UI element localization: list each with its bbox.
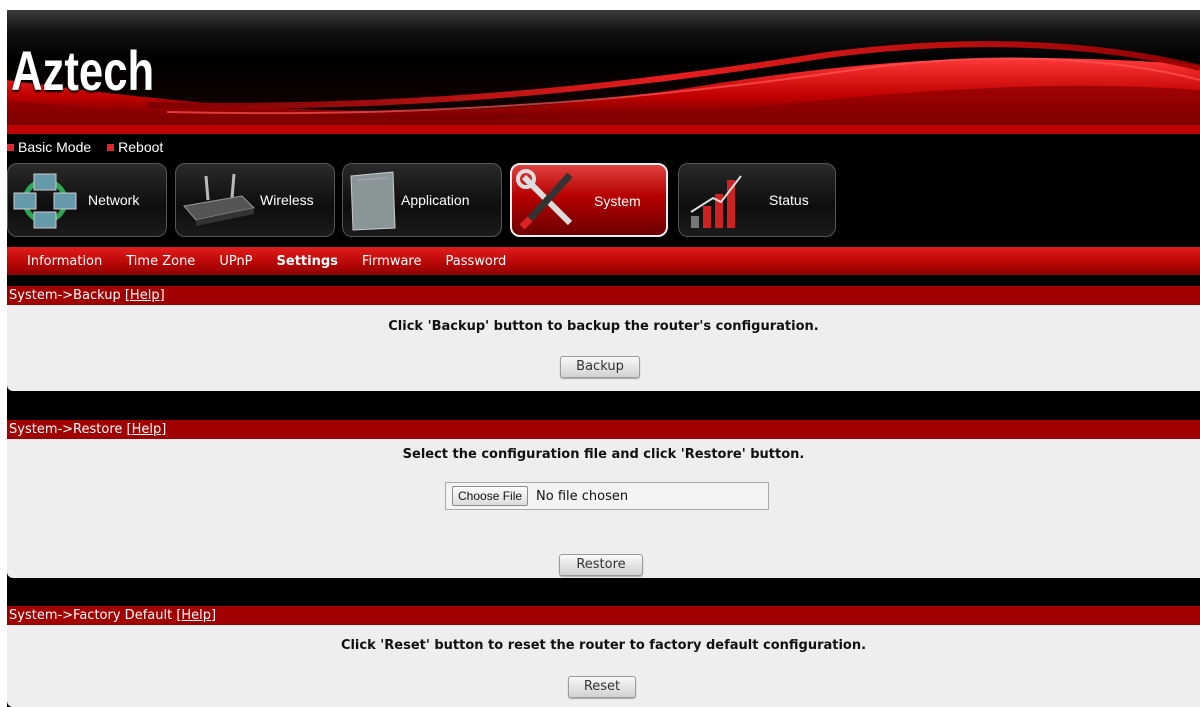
backup-button[interactable]: Backup: [560, 356, 640, 378]
backup-help-link[interactable]: [Help]: [125, 288, 165, 303]
submenu-time-zone[interactable]: Time Zone: [126, 254, 195, 269]
sub-menu: Information Time Zone UPnP Settings Firm…: [7, 247, 1200, 275]
backup-instructions: Click 'Backup' button to backup the rout…: [388, 319, 819, 334]
tab-wireless[interactable]: Wireless: [175, 163, 335, 237]
tab-network[interactable]: Network: [7, 163, 167, 237]
factory-section-title: System->Factory Default: [9, 608, 173, 623]
tools-icon: [516, 169, 573, 230]
brand-logo[interactable]: Aztech: [11, 38, 154, 103]
restore-section-header: System->Restore [Help]: [7, 420, 1200, 439]
tab-status-label: Status: [769, 192, 809, 208]
bullet-square-icon: [7, 143, 14, 151]
backup-section-header: System->Backup [Help]: [7, 286, 1200, 305]
tab-wireless-label: Wireless: [260, 192, 314, 208]
tab-system[interactable]: System: [510, 163, 668, 237]
reboot-link[interactable]: Reboot: [107, 137, 163, 157]
file-input[interactable]: Choose File No file chosen: [445, 482, 769, 510]
banner-swoosh-graphic: [7, 41, 1200, 134]
browser-viewport: Aztech Basic Mode Reboot Network Wireles…: [0, 0, 1200, 707]
tab-status[interactable]: Status: [678, 163, 836, 237]
header-banner: Aztech: [7, 10, 1200, 134]
restore-instructions: Select the configuration file and click …: [402, 447, 805, 462]
basic-mode-label: Basic Mode: [18, 139, 92, 155]
restore-section-title: System->Restore: [9, 422, 123, 437]
bullet-square-icon: [107, 143, 115, 151]
submenu-settings[interactable]: Settings: [277, 254, 338, 269]
tab-application[interactable]: Application: [342, 163, 502, 237]
submenu-password[interactable]: Password: [446, 254, 507, 269]
factory-default-section: System->Factory Default [Help] Click 'Re…: [7, 606, 1200, 707]
basic-mode-link[interactable]: Basic Mode: [7, 137, 91, 157]
tab-network-label: Network: [88, 192, 140, 208]
factory-instructions: Click 'Reset' button to reset the router…: [340, 638, 867, 653]
restore-section: System->Restore [Help] Select the config…: [7, 420, 1200, 578]
reboot-label: Reboot: [118, 139, 164, 155]
backup-section-title: System->Backup: [9, 288, 121, 303]
restore-button[interactable]: Restore: [559, 554, 643, 576]
submenu-information[interactable]: Information: [27, 254, 102, 269]
choose-file-button[interactable]: Choose File: [452, 486, 529, 506]
network-icon: [13, 173, 77, 229]
backup-section-body: Click 'Backup' button to backup the rout…: [7, 305, 1200, 391]
backup-section: System->Backup [Help] Click 'Backup' but…: [7, 286, 1200, 391]
restore-section-body: Select the configuration file and click …: [7, 439, 1200, 578]
factory-section-header: System->Factory Default [Help]: [7, 606, 1200, 625]
tab-system-label: System: [594, 193, 641, 209]
factory-help-link[interactable]: [Help]: [176, 608, 216, 623]
reset-button[interactable]: Reset: [568, 676, 636, 698]
application-icon: [350, 171, 396, 231]
file-status-text: No file chosen: [536, 488, 629, 504]
restore-help-link[interactable]: [Help]: [127, 422, 167, 437]
submenu-upnp[interactable]: UPnP: [219, 254, 252, 269]
router-icon: [183, 173, 256, 226]
tab-application-label: Application: [401, 192, 470, 208]
submenu-firmware[interactable]: Firmware: [362, 254, 422, 269]
quick-links: Basic Mode Reboot: [7, 137, 163, 157]
router-admin-app: Aztech Basic Mode Reboot Network Wireles…: [7, 10, 1200, 707]
status-chart-icon: [690, 175, 742, 228]
factory-section-body: Click 'Reset' button to reset the router…: [7, 625, 1200, 707]
